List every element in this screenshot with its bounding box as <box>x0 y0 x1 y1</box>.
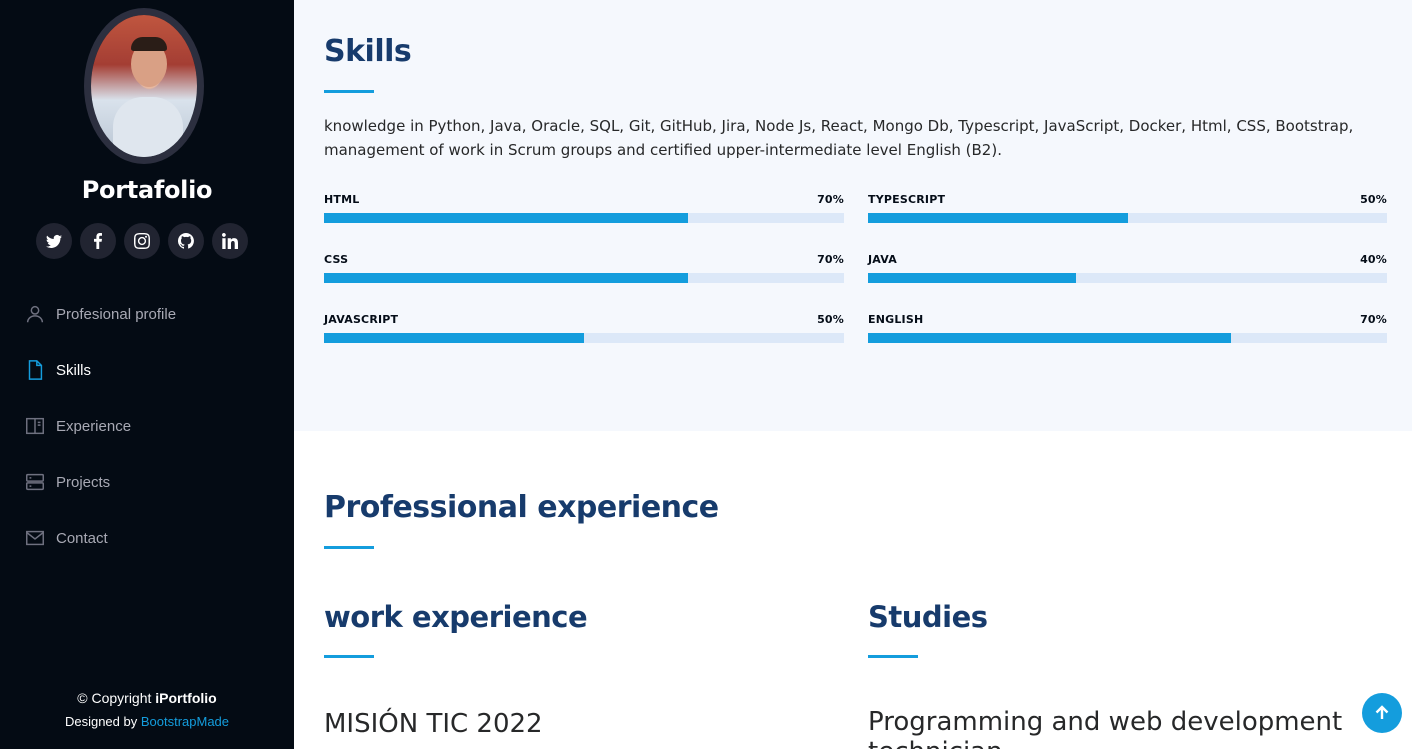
skill-percent: 50% <box>1360 193 1387 206</box>
skill-percent: 40% <box>1360 253 1387 266</box>
progress-bar <box>868 333 1387 343</box>
section-title: Professional experience <box>324 490 719 525</box>
skill-name: HTML <box>324 193 360 206</box>
work-experience-title: work experience <box>324 600 588 634</box>
skill-item: HTML 70% <box>324 193 844 223</box>
progress-bar <box>868 273 1387 283</box>
envelope-icon <box>24 527 46 549</box>
title-underline <box>324 90 374 93</box>
skill-item: CSS 70% <box>324 253 844 283</box>
progress-bar <box>868 213 1387 223</box>
copyright: © Copyright iPortfolio <box>77 690 217 706</box>
skills-section: Skills knowledge in Python, Java, Oracle… <box>294 0 1412 431</box>
file-icon <box>24 359 46 381</box>
facebook-link[interactable] <box>80 223 116 259</box>
work-item-title: MISIÓN TIC 2022 <box>324 709 543 739</box>
nav-item-skills[interactable]: Skills <box>24 352 176 388</box>
skill-percent: 70% <box>817 253 844 266</box>
progress-bar <box>324 213 844 223</box>
skill-item: JAVA 40% <box>868 253 1387 283</box>
nav-item-label: Experience <box>56 417 132 435</box>
skill-name: ENGLISH <box>868 313 924 326</box>
sidebar: Portafolio Profesional profile Skills Ex <box>0 0 294 749</box>
skill-name: TYPESCRIPT <box>868 193 946 206</box>
skill-percent: 70% <box>817 193 844 206</box>
nav-item-contact[interactable]: Contact <box>24 520 176 556</box>
brand-title[interactable]: Portafolio <box>0 176 294 204</box>
social-links <box>36 223 248 259</box>
server-icon <box>24 471 46 493</box>
progress-fill <box>868 273 1076 283</box>
progress-bar <box>324 273 844 283</box>
linkedin-link[interactable] <box>212 223 248 259</box>
skill-item: TYPESCRIPT 50% <box>868 193 1387 223</box>
title-underline <box>324 546 374 549</box>
instagram-link[interactable] <box>124 223 160 259</box>
arrow-up-icon <box>1375 705 1389 719</box>
skill-name: JAVA <box>868 253 897 266</box>
nav-item-label: Profesional profile <box>56 305 177 323</box>
progress-fill <box>868 333 1232 343</box>
book-icon <box>24 415 46 437</box>
nav-item-experience[interactable]: Experience <box>24 408 176 444</box>
twitter-icon <box>46 234 62 248</box>
subtitle-underline <box>868 655 918 658</box>
back-to-top-button[interactable] <box>1362 693 1402 733</box>
credits: Designed by BootstrapMade <box>64 714 230 729</box>
section-title: Skills <box>324 34 412 69</box>
progress-bar <box>324 333 844 343</box>
person-icon <box>24 303 46 325</box>
twitter-link[interactable] <box>36 223 72 259</box>
bootstrapmade-link[interactable]: BootstrapMade <box>141 714 229 729</box>
progress-fill <box>324 213 688 223</box>
skill-item: JAVASCRIPT 50% <box>324 313 844 343</box>
instagram-icon <box>134 233 150 249</box>
study-item-title: Programming and web development technici… <box>868 707 1343 749</box>
nav-item-label: Skills <box>56 361 92 379</box>
nav-item-projects[interactable]: Projects <box>24 464 176 500</box>
skills-description: knowledge in Python, Java, Oracle, SQL, … <box>324 117 1354 159</box>
nav-item-profile[interactable]: Profesional profile <box>24 296 176 332</box>
skill-name: JAVASCRIPT <box>324 313 399 326</box>
progress-fill <box>868 213 1128 223</box>
github-icon <box>178 233 194 249</box>
studies-title: Studies <box>868 600 988 634</box>
linkedin-icon <box>222 233 238 249</box>
subtitle-underline <box>324 655 374 658</box>
facebook-icon <box>94 233 102 249</box>
sidebar-footer: © Copyright iPortfolio Designed by Boots… <box>0 690 294 729</box>
skill-item: ENGLISH 70% <box>868 313 1387 343</box>
nav-menu: Profesional profile Skills Experience Pr… <box>24 296 176 576</box>
nav-item-label: Projects <box>56 473 111 491</box>
skill-name: CSS <box>324 253 349 266</box>
nav-item-label: Contact <box>56 529 108 547</box>
progress-fill <box>324 333 584 343</box>
main-content: Skills knowledge in Python, Java, Oracle… <box>294 0 1412 749</box>
skill-percent: 50% <box>817 313 844 326</box>
avatar <box>84 8 204 164</box>
github-link[interactable] <box>168 223 204 259</box>
progress-fill <box>324 273 688 283</box>
skill-percent: 70% <box>1360 313 1387 326</box>
